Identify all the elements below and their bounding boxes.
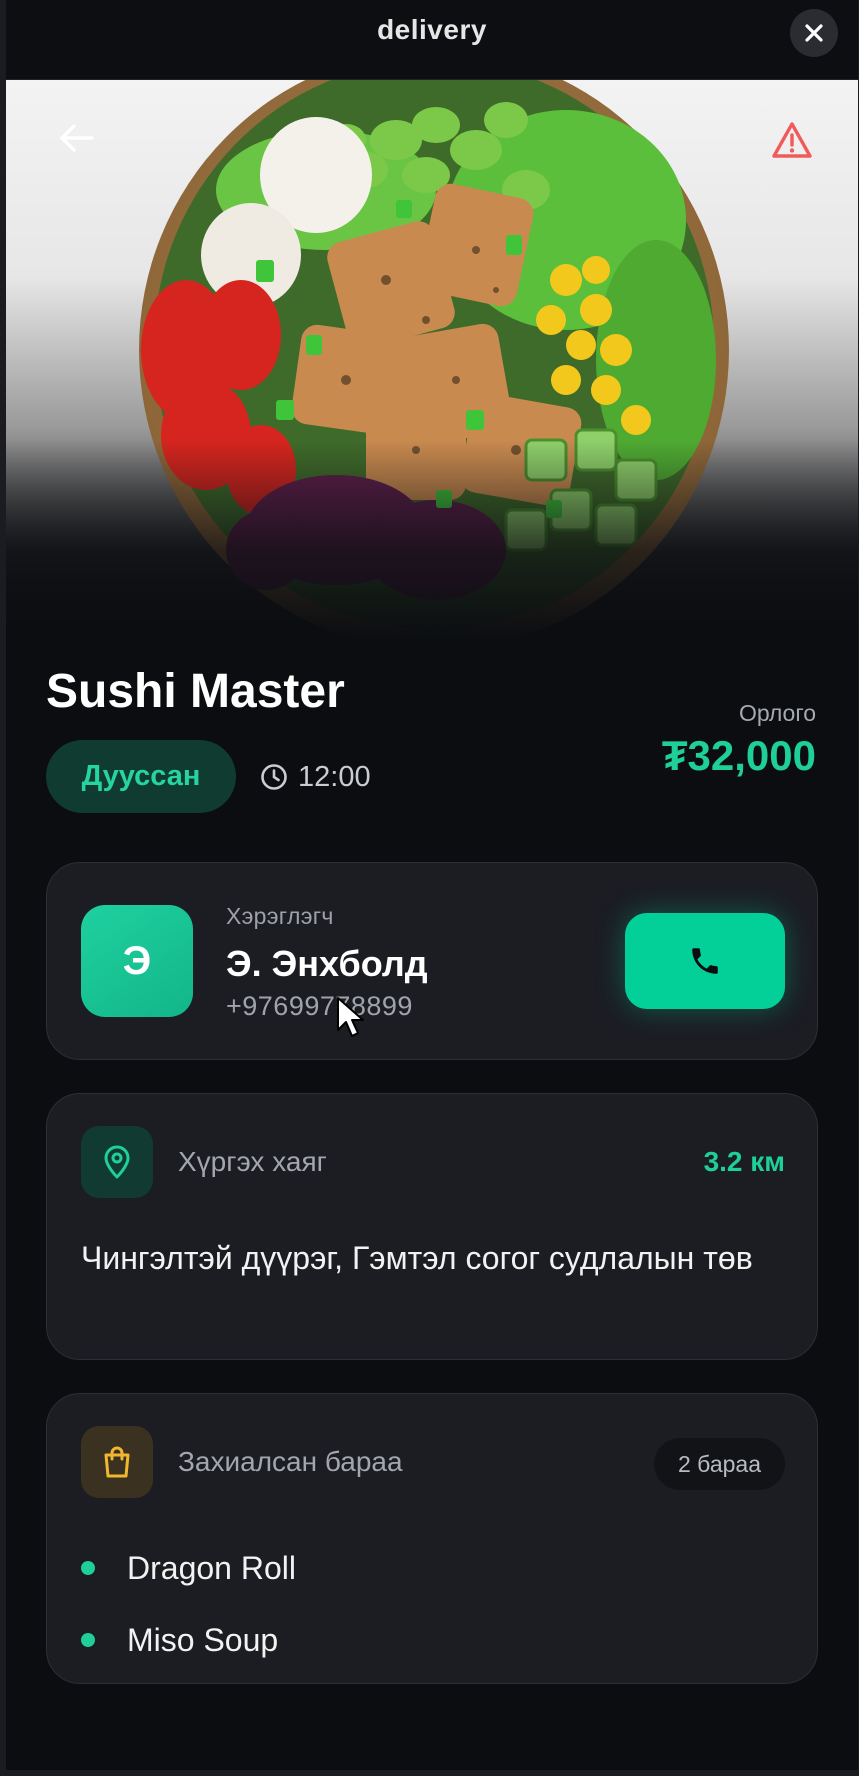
title-bar: delivery [6, 0, 858, 80]
bullet-dot-icon [81, 1561, 95, 1575]
items-card: Захиалсан бараа 2 бараа Dragon Roll Miso… [46, 1393, 818, 1684]
hero-image [6, 80, 858, 640]
status-badge: Дууссан [46, 740, 236, 813]
customer-label: Хэрэглэгч [226, 903, 334, 929]
earnings-label: Орлого [738, 700, 816, 726]
avatar: Э [81, 905, 193, 1017]
earnings-value: ₮32,000 [661, 732, 816, 779]
report-button[interactable] [766, 116, 818, 164]
item-name: Miso Soup [127, 1621, 279, 1658]
distance-value: 3.2 км [703, 1146, 785, 1177]
window-title: delivery [377, 14, 487, 45]
call-button[interactable] [625, 913, 785, 1009]
address-card: Хүргэх хаяг 3.2 км Чингэлтэй дүүрэг, Гэм… [46, 1093, 818, 1360]
close-icon [805, 24, 823, 42]
order-time: 12:00 [260, 760, 371, 794]
close-button[interactable] [790, 9, 838, 57]
back-button[interactable] [50, 112, 102, 164]
customer-card: Э Хэрэглэгч Э. Энхболд +97699778899 [46, 862, 818, 1060]
list-item: Dragon Roll [81, 1532, 296, 1604]
items-list: Dragon Roll Miso Soup [81, 1532, 296, 1676]
address-icon-tile [81, 1126, 153, 1198]
restaurant-name: Sushi Master [46, 665, 345, 718]
items-count-badge: 2 бараа [654, 1438, 785, 1490]
phone-icon [692, 948, 718, 974]
list-item: Miso Soup [81, 1604, 296, 1676]
bullet-dot-icon [81, 1633, 95, 1647]
items-icon-tile [81, 1426, 153, 1498]
items-label: Захиалсан бараа [178, 1446, 403, 1477]
arrow-left-icon [60, 124, 94, 152]
mouse-cursor-icon [337, 997, 364, 1037]
app-window: delivery Sushi Master Дууссан 12:00 Орло… [6, 0, 858, 1770]
customer-phone[interactable]: +97699778899 [226, 991, 413, 1022]
clock-icon [261, 764, 287, 790]
hero-fade [6, 440, 858, 640]
address-label: Хүргэх хаяг [178, 1146, 327, 1177]
address-text: Чингэлтэй дүүрэг, Гэмтэл согог судлалын … [81, 1240, 753, 1276]
warning-triangle-icon [772, 122, 812, 158]
shopping-bag-icon [104, 1446, 130, 1478]
customer-name: Э. Энхболд [226, 943, 428, 984]
order-time-text: 12:00 [298, 760, 371, 793]
item-name: Dragon Roll [127, 1549, 296, 1586]
map-pin-icon [104, 1145, 130, 1179]
